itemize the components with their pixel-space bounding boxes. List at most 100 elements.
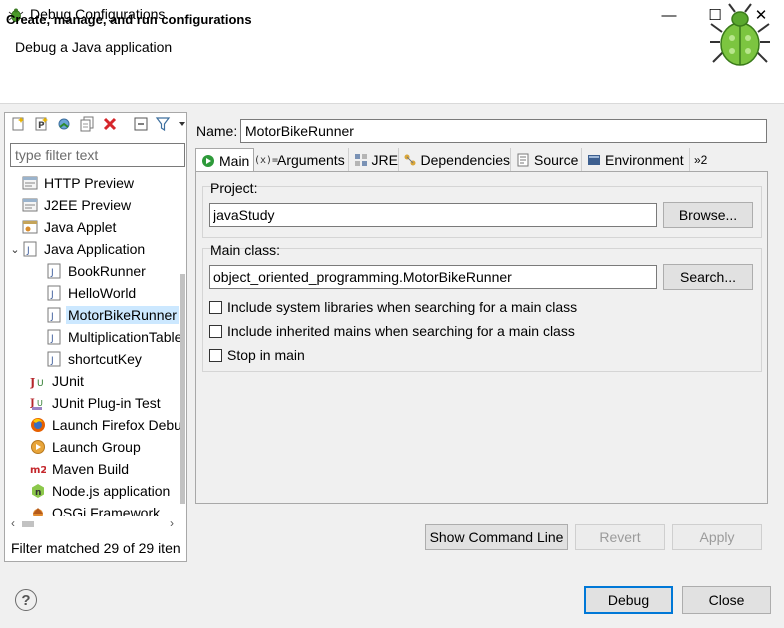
svg-text:J: J — [26, 246, 30, 256]
delete-configuration-icon[interactable] — [102, 116, 118, 132]
firefox-icon — [30, 417, 46, 433]
svg-text:J: J — [50, 290, 54, 300]
filter-icon[interactable] — [155, 116, 171, 132]
close-button[interactable]: Close — [682, 586, 771, 614]
launch-group-icon — [30, 439, 46, 455]
revert-button[interactable]: Revert — [575, 524, 665, 550]
svg-text:P: P — [38, 121, 45, 131]
tab-environment[interactable]: Environment — [582, 148, 690, 172]
include-system-libraries-checkbox[interactable] — [209, 300, 222, 314]
main-class-field[interactable] — [209, 265, 657, 289]
debug-button[interactable]: Debug — [584, 586, 673, 614]
view-menu-chevron-down-icon[interactable] — [178, 120, 186, 128]
apply-button[interactable]: Apply — [672, 524, 762, 550]
tree-vertical-scrollbar-thumb[interactable] — [180, 274, 185, 504]
jre-icon — [353, 152, 369, 168]
tree-horizontal-scrollbar[interactable] — [8, 516, 183, 533]
java-class-icon: J — [46, 351, 62, 367]
java-class-icon: J — [46, 329, 62, 345]
filter-input[interactable] — [10, 143, 185, 167]
tab-arguments[interactable]: (x)= Arguments — [254, 148, 349, 172]
osgi-icon — [30, 505, 46, 516]
svg-text:J: J — [30, 376, 35, 389]
svg-text:n: n — [35, 488, 41, 498]
show-command-line-button[interactable]: Show Command Line — [425, 524, 568, 550]
tree-item-maven-build[interactable]: m2 Maven Build — [30, 458, 129, 480]
java-class-icon: J — [46, 263, 62, 279]
banner-title: Create, manage, and run configurations — [6, 12, 252, 27]
project-label: Project: — [210, 180, 258, 196]
export-configuration-icon[interactable] — [56, 116, 72, 132]
java-application-icon: J — [22, 241, 38, 257]
svg-text:m2: m2 — [30, 465, 46, 476]
tree-item-junit-plugin-test[interactable]: JU JUnit Plug-in Test — [30, 392, 161, 414]
scroll-left-chevron-icon[interactable]: ‹ — [11, 516, 15, 530]
tree-item-http-preview[interactable]: HTTP Preview — [22, 172, 134, 194]
help-icon[interactable]: ? — [15, 589, 37, 611]
configuration-tabs: Main (x)= Arguments JRE Dependencies Sou… — [194, 148, 768, 173]
scroll-right-chevron-icon[interactable]: › — [170, 516, 174, 530]
include-inherited-mains-checkbox[interactable] — [209, 324, 222, 338]
source-icon — [515, 152, 531, 168]
configuration-tree: HTTP Preview J2EE Preview Java Applet ⌄ … — [8, 171, 180, 516]
java-class-icon: J — [46, 285, 62, 301]
tree-item-helloworld[interactable]: J HelloWorld — [46, 282, 136, 304]
collapse-all-icon[interactable] — [133, 116, 149, 132]
stop-in-main-option[interactable]: Stop in main — [209, 347, 305, 363]
svg-text:J: J — [50, 268, 54, 278]
debug-bug-banner-icon — [710, 3, 770, 66]
tree-horizontal-scrollbar-thumb[interactable] — [22, 521, 34, 527]
tree-item-java-application[interactable]: ⌄ J Java Application — [8, 238, 145, 260]
stop-in-main-checkbox[interactable] — [209, 348, 222, 362]
tree-item-motorbikerunner[interactable]: J MotorBikeRunner — [46, 304, 179, 326]
svg-text:J: J — [50, 334, 54, 344]
banner-subtitle: Debug a Java application — [15, 39, 173, 55]
browse-button[interactable]: Browse... — [663, 202, 753, 228]
tree-item-nodejs-application[interactable]: n Node.js application — [30, 480, 170, 502]
svg-text:U: U — [37, 379, 44, 389]
tree-item-java-applet[interactable]: Java Applet — [22, 216, 116, 238]
more-tabs-button[interactable]: »2 — [690, 148, 716, 172]
nodejs-icon: n — [30, 483, 46, 499]
junit-icon: JU — [30, 373, 46, 389]
tab-source[interactable]: Source — [511, 148, 582, 172]
dependencies-icon — [403, 152, 417, 168]
main-tab-icon — [200, 153, 216, 169]
svg-text:U: U — [37, 399, 43, 408]
tree-item-osgi-framework[interactable]: OSGi Framework — [30, 502, 160, 516]
j2ee-preview-icon — [22, 197, 38, 213]
maven-icon: m2 — [30, 461, 46, 477]
include-inherited-mains-option[interactable]: Include inherited mains when searching f… — [209, 323, 575, 339]
duplicate-configuration-icon[interactable] — [79, 116, 95, 132]
configuration-name-field[interactable] — [240, 119, 767, 143]
new-prototype-icon[interactable]: P — [33, 116, 49, 132]
include-system-libraries-option[interactable]: Include system libraries when searching … — [209, 299, 577, 315]
new-configuration-icon[interactable] — [10, 116, 26, 132]
main-class-label: Main class: — [210, 242, 281, 258]
tree-item-launch-firefox-debug[interactable]: Launch Firefox Debu — [30, 414, 180, 436]
tree-item-shortcutkey[interactable]: J shortcutKey — [46, 348, 142, 370]
tree-item-launch-group[interactable]: Launch Group — [30, 436, 141, 458]
chevron-down-icon[interactable]: ⌄ — [8, 243, 22, 256]
tree-item-junit[interactable]: JU JUnit — [30, 370, 84, 392]
tab-main[interactable]: Main — [195, 148, 254, 173]
arguments-icon: (x)= — [253, 154, 279, 166]
http-preview-icon — [22, 175, 38, 191]
name-label: Name: — [196, 123, 238, 139]
svg-text:J: J — [50, 312, 54, 322]
java-class-icon: J — [46, 307, 62, 323]
junit-plugin-icon: JU — [30, 395, 46, 411]
tree-item-bookrunner[interactable]: J BookRunner — [46, 260, 146, 282]
more-tabs-icon: »2 — [694, 153, 708, 167]
environment-icon — [586, 152, 602, 168]
search-button[interactable]: Search... — [663, 264, 753, 290]
tab-dependencies[interactable]: Dependencies — [399, 148, 511, 172]
svg-text:J: J — [50, 356, 54, 366]
project-field[interactable] — [209, 203, 657, 227]
filter-status-text: Filter matched 29 of 29 iten — [11, 540, 181, 556]
java-applet-icon — [22, 219, 38, 235]
tab-jre[interactable]: JRE — [349, 148, 399, 172]
tree-item-multiplicationtable[interactable]: J MultiplicationTable — [46, 326, 180, 348]
minimize-button[interactable]: — — [646, 0, 692, 30]
tree-item-j2ee-preview[interactable]: J2EE Preview — [22, 194, 131, 216]
